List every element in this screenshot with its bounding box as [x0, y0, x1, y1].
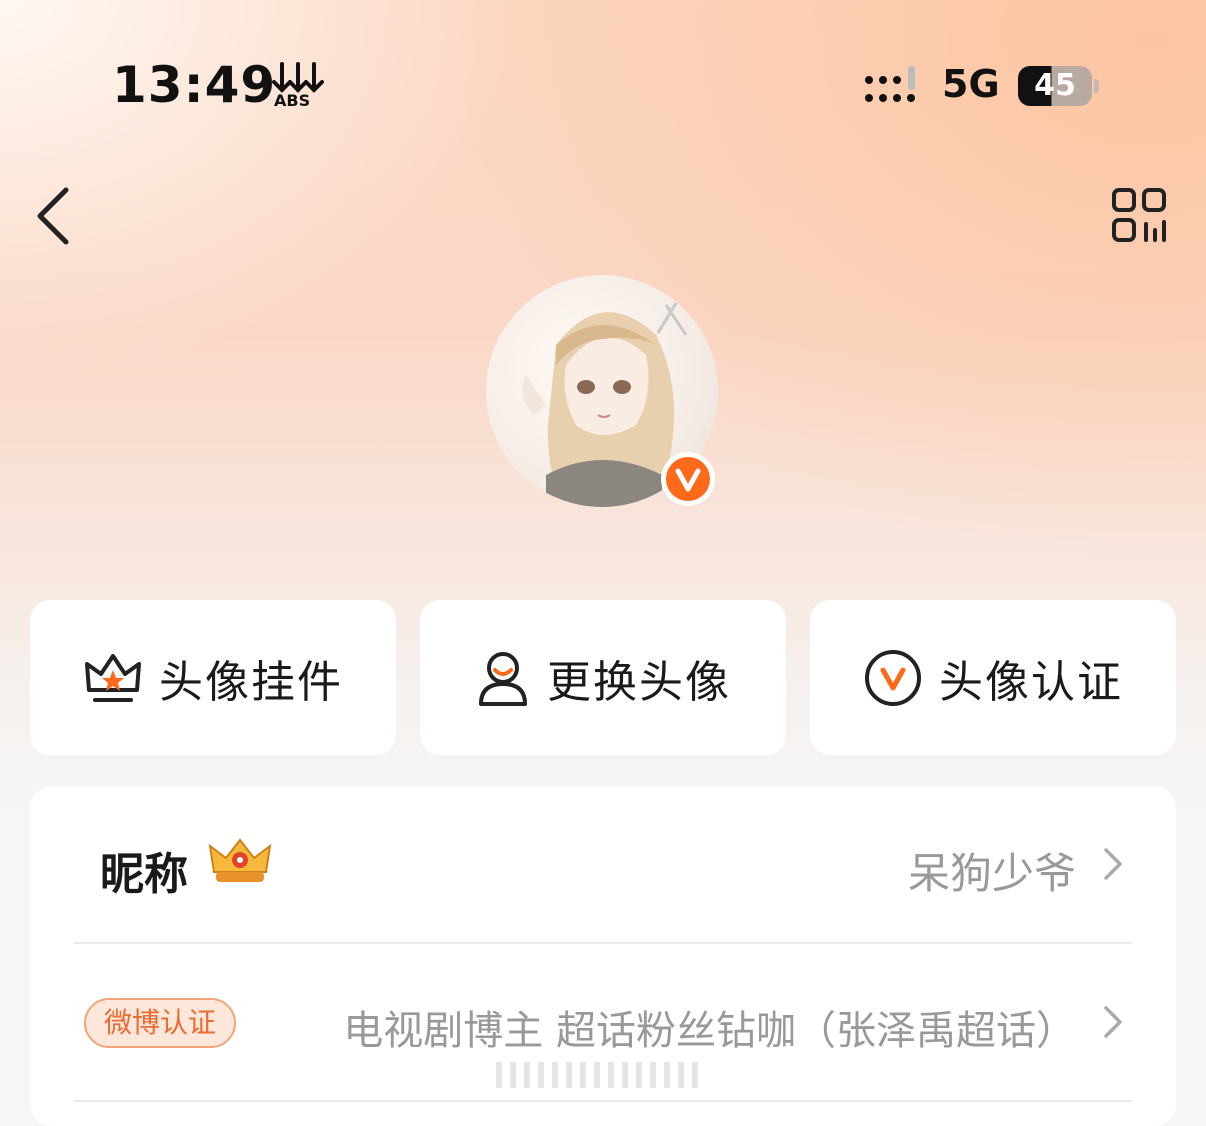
status-time: 13:49: [112, 56, 277, 114]
crown-frame-icon: [85, 653, 141, 702]
verified-v-badge: [661, 452, 715, 506]
abs-icon: ABS: [272, 62, 324, 108]
svg-text:ABS: ABS: [274, 91, 310, 108]
signal-icon: [865, 66, 915, 102]
verify-v-icon: [865, 649, 921, 706]
status-bar: 13:49 ABS 5G 45: [0, 0, 1206, 150]
person-icon: [479, 651, 527, 706]
network-type: 5G: [942, 62, 1000, 106]
change-avatar-button[interactable]: 更换头像: [420, 600, 786, 755]
avatar-verify-button[interactable]: 头像认证: [810, 600, 1176, 755]
back-button[interactable]: [28, 180, 84, 252]
nickname-row[interactable]: 昵称 呆狗少爷: [74, 786, 1132, 944]
battery-tip: [1094, 79, 1099, 93]
weibo-cert-value: 电视剧博主 超话粉丝钻咖（张泽禹超话）: [343, 1008, 1076, 1054]
avatar-pendant-button[interactable]: 头像挂件: [30, 600, 396, 755]
nickname-label: 昵称: [100, 849, 188, 900]
crown-badge-icon: [208, 838, 272, 882]
qr-code-icon[interactable]: [1110, 186, 1170, 246]
chevron-right-icon: [1104, 848, 1122, 880]
avatar[interactable]: [486, 275, 718, 507]
chevron-right-icon: [1104, 1006, 1122, 1038]
avatar-verify-label: 头像认证: [939, 656, 1123, 708]
change-avatar-label: 更换头像: [547, 656, 731, 708]
avatar-pendant-label: 头像挂件: [159, 656, 343, 708]
weibo-cert-tag: 微博认证: [84, 998, 237, 1048]
nickname-value: 呆狗少爷: [907, 849, 1076, 898]
watermark: [496, 1062, 706, 1088]
battery-icon: 45: [1018, 66, 1092, 106]
